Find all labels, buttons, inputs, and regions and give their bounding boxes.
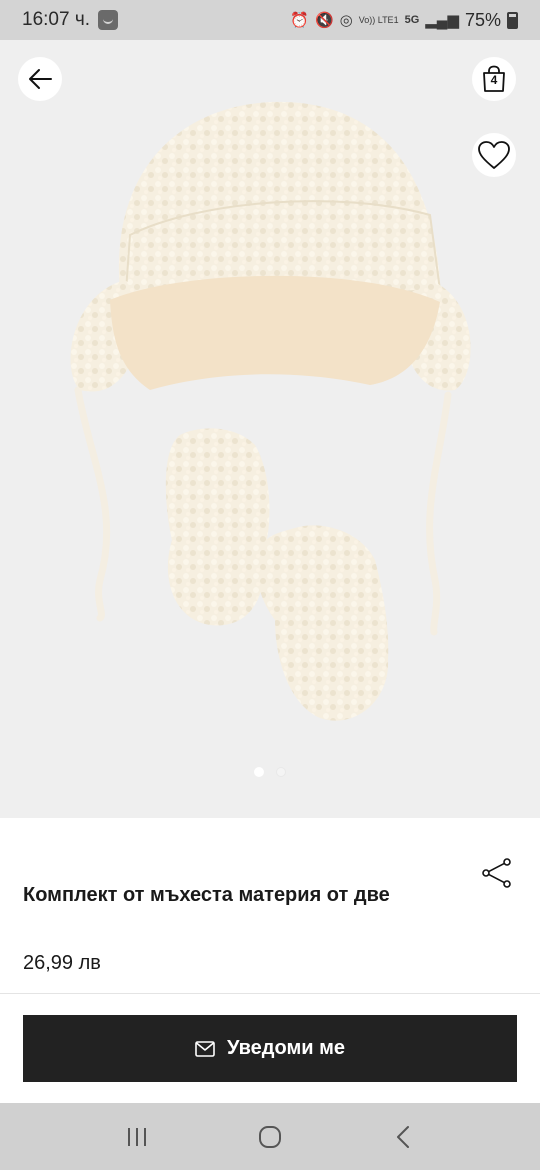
mute-icon: 🔇 (314, 12, 334, 29)
product-image-gallery[interactable]: 4 (0, 40, 540, 818)
hotspot-icon: ◎ (339, 12, 353, 29)
arrow-left-icon (29, 69, 52, 89)
recents-button[interactable] (117, 1117, 157, 1157)
product-price: 26,99 лв (23, 952, 101, 974)
volte-label: Vo)) LTE1 (358, 14, 399, 25)
gallery-pagination (0, 767, 540, 777)
pagination-dot[interactable] (276, 767, 286, 777)
share-button[interactable] (480, 856, 514, 890)
bag-count-badge: 4 (490, 73, 498, 87)
notify-me-label: Уведоми ме (226, 1037, 346, 1059)
battery-icon (507, 11, 518, 29)
product-title: Комплект от мъхеста материя от две (23, 884, 390, 906)
notification-icon (98, 10, 119, 30)
back-button[interactable] (18, 57, 62, 101)
shopping-bag-button[interactable]: 4 (472, 57, 516, 101)
system-back-button[interactable] (383, 1117, 423, 1157)
network-type: 5G (404, 14, 420, 26)
action-bar: Уведоми ме (0, 993, 540, 1103)
envelope-icon (195, 1040, 215, 1057)
alarm-icon: ⏰ (290, 12, 309, 29)
product-image (70, 101, 471, 721)
status-bar: 16:07 ч. ⏰ 🔇 ◎ Vo)) LTE1 5G ▂▄▆ 75% (0, 0, 540, 40)
favorite-button[interactable] (472, 133, 516, 177)
signal-icon: ▂▄▆ (425, 12, 459, 29)
system-back-icon (397, 1125, 410, 1148)
status-time: 16:07 ч. (22, 9, 91, 30)
recents-icon (127, 1127, 146, 1146)
home-icon (258, 1125, 281, 1148)
system-navigation-bar (0, 1103, 540, 1170)
notify-me-button[interactable]: Уведоми ме (23, 1015, 517, 1082)
pagination-dot-active[interactable] (254, 767, 264, 777)
heart-outline-icon (478, 141, 510, 169)
share-icon (482, 858, 511, 888)
home-button[interactable] (250, 1117, 290, 1157)
battery-percent: 75% (464, 9, 501, 30)
